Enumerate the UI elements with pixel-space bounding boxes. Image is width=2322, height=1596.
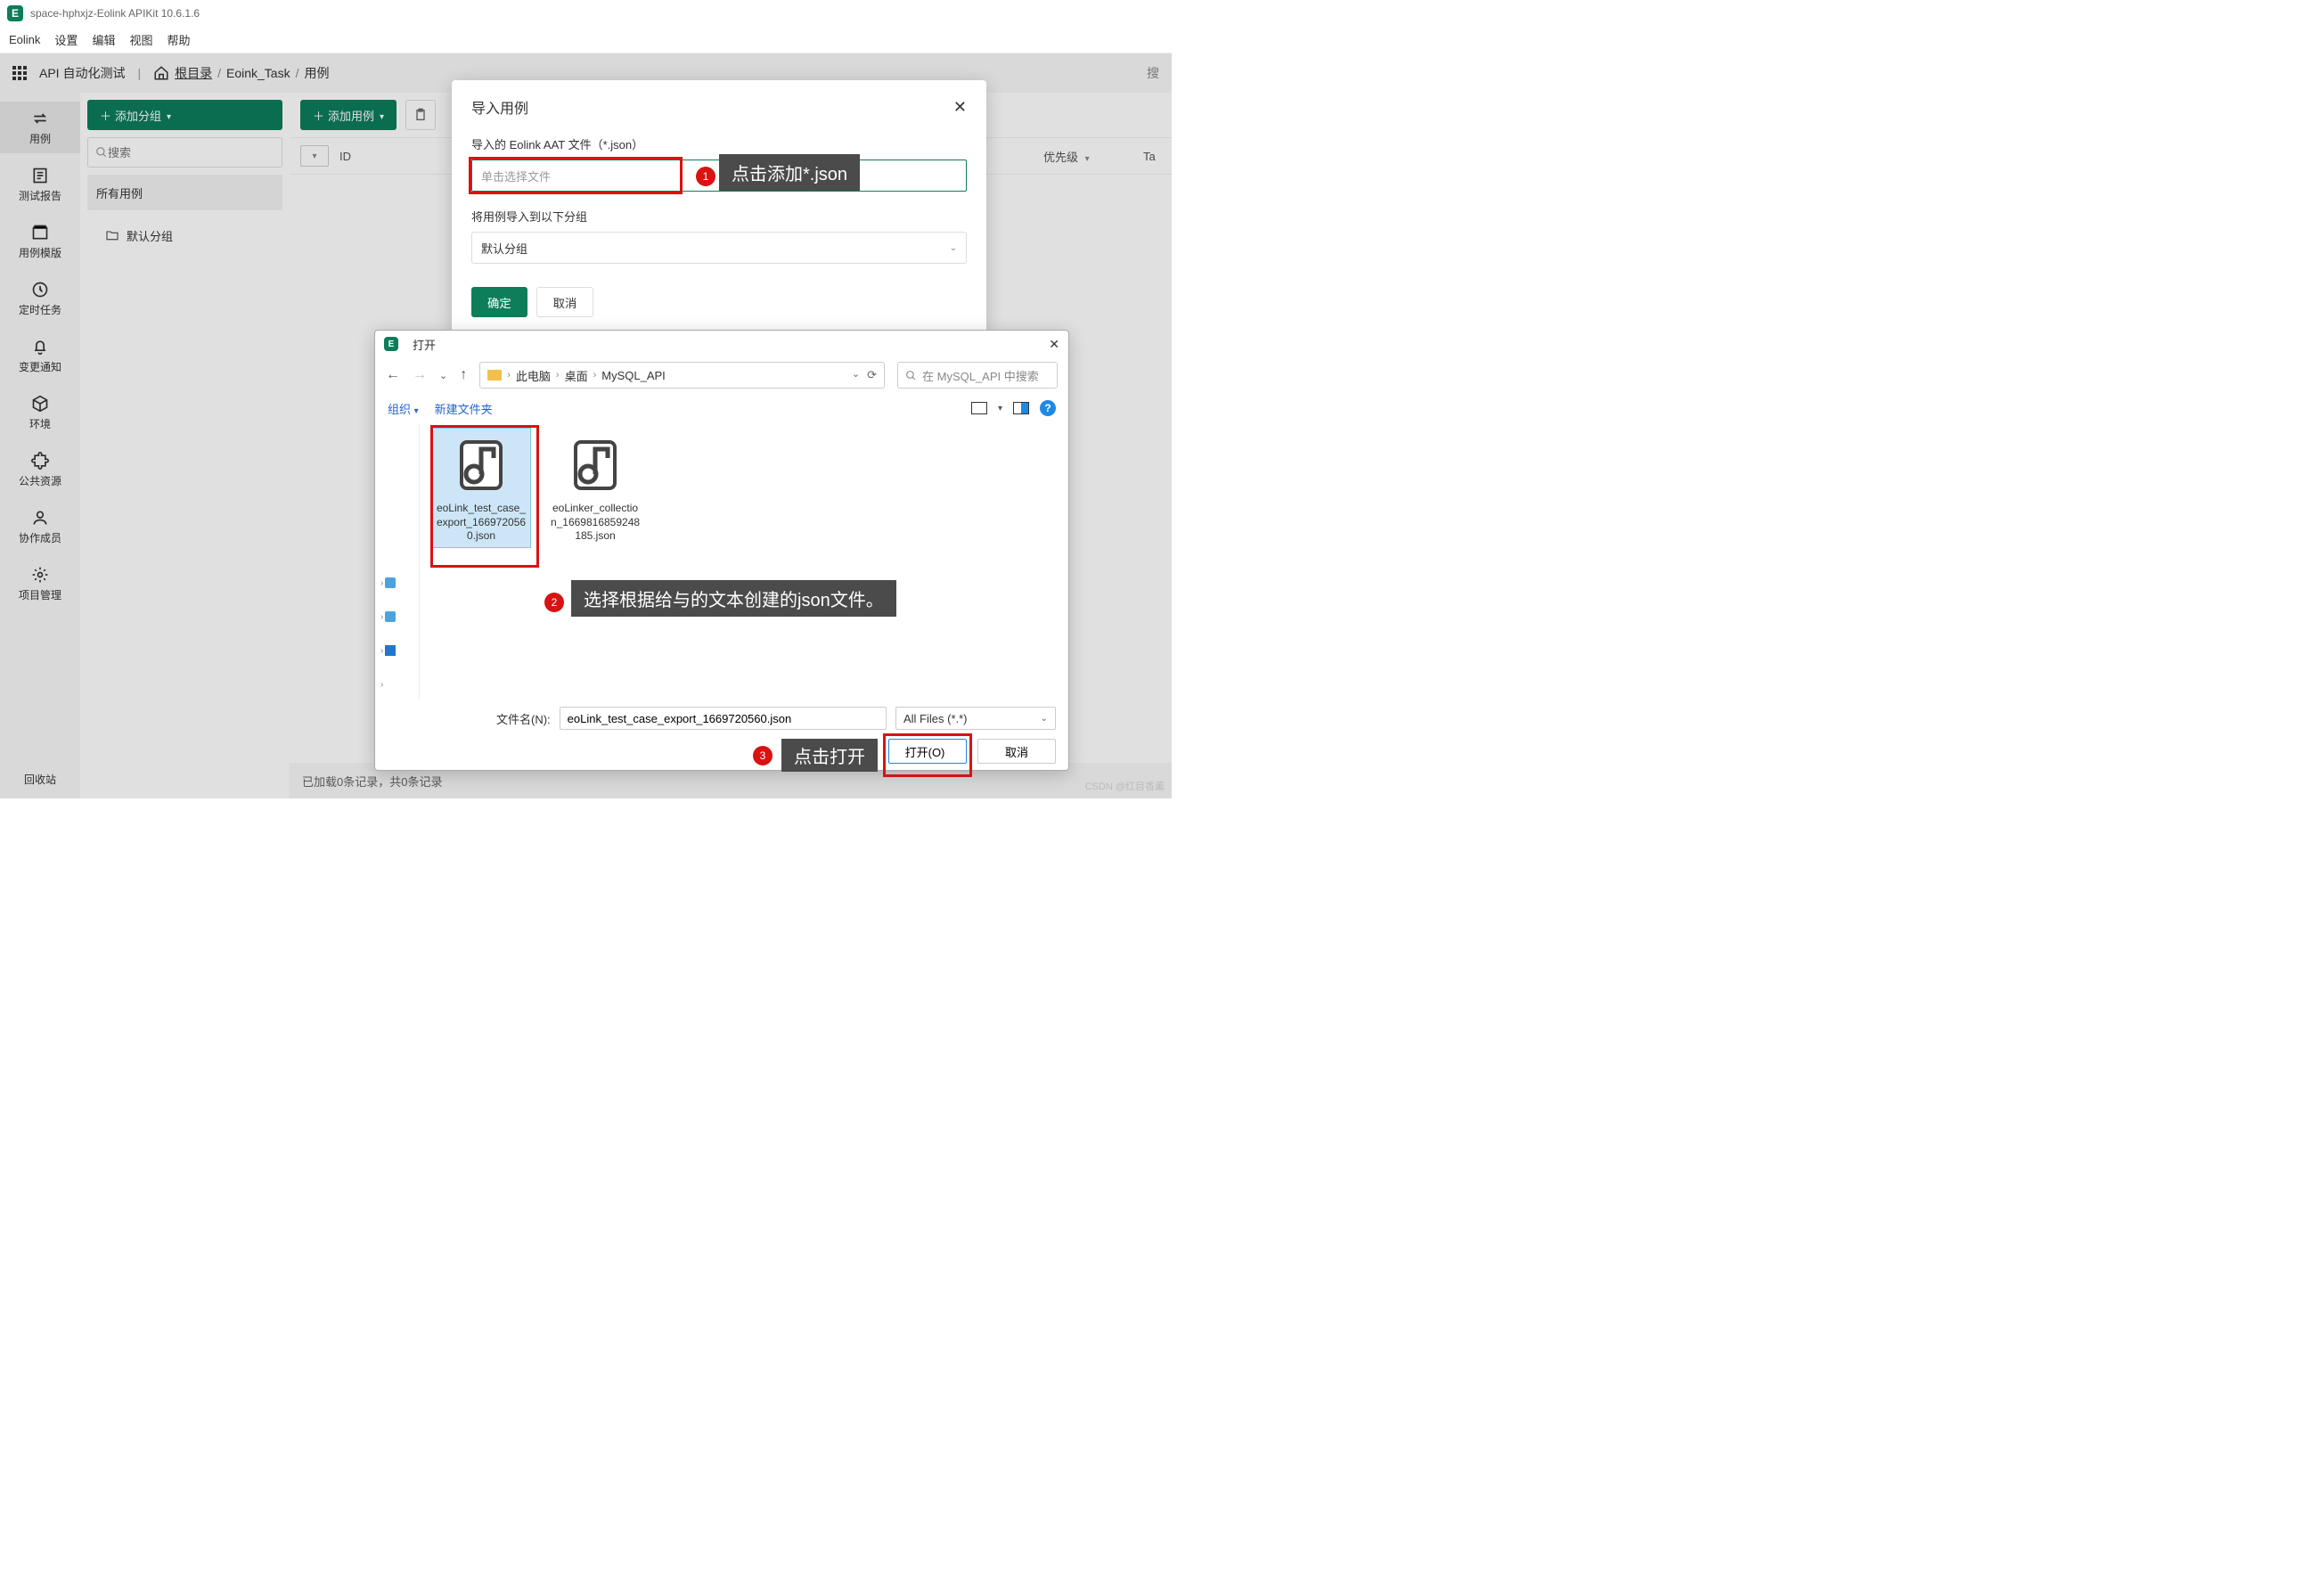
cancel-button[interactable]: 取消 [977, 739, 1056, 764]
new-folder-button[interactable]: 新建文件夹 [435, 400, 493, 417]
view-mode-icon[interactable] [971, 402, 987, 414]
group-select[interactable]: 默认分组 ⌄ [471, 232, 967, 264]
cloud-icon [385, 611, 396, 622]
file-search[interactable]: 在 MySQL_API 中搜索 [897, 362, 1058, 389]
nav-recent-icon[interactable]: ⌄ [439, 370, 447, 381]
help-icon[interactable]: ? [1040, 400, 1056, 416]
annotation-badge-2: 2 [544, 593, 564, 612]
annotation-callout-1: 点击添加*.json [719, 154, 860, 191]
file-list[interactable]: eoLink_test_case_export_1669720560.json … [420, 423, 1068, 700]
cloud-icon [385, 577, 396, 588]
menu-edit[interactable]: 编辑 [92, 31, 115, 48]
file-label: 导入的 Eolink AAT 文件（*.json） [471, 135, 967, 152]
menu-view[interactable]: 视图 [129, 31, 152, 48]
annotation-badge-1: 1 [696, 167, 715, 186]
address-bar[interactable]: › 此电脑 › 桌面 › MySQL_API ⌄ ⟳ [479, 362, 885, 389]
window-titlebar: E space-hphxjz-Eolink APIKit 10.6.1.6 [0, 0, 1172, 27]
filename-input[interactable] [560, 707, 887, 730]
close-icon[interactable]: ✕ [1049, 337, 1059, 352]
refresh-icon[interactable]: ⟳ [867, 368, 877, 382]
menu-eolink[interactable]: Eolink [9, 33, 40, 46]
app-icon: E [7, 5, 23, 21]
chevron-down-icon[interactable]: ▾ [998, 404, 1002, 413]
file-item-2[interactable]: eoLinker_collection_1669816859248185.jso… [546, 429, 644, 547]
search-icon [905, 370, 917, 381]
close-icon[interactable]: ✕ [953, 98, 967, 117]
menubar: Eolink 设置 编辑 视图 帮助 [0, 27, 1172, 53]
file-open-dialog: E 打开 ✕ ← → ⌄ ↑ › 此电脑 › 桌面 › MySQL_API ⌄ … [374, 330, 1069, 771]
preview-pane-icon[interactable] [1013, 402, 1029, 414]
watermark: CSDN @红目香薰 [1085, 779, 1165, 793]
filetype-select[interactable]: All Files (*.*) ⌄ [895, 707, 1056, 730]
nav-up-icon[interactable]: ↑ [460, 367, 467, 383]
window-title: space-hphxjz-Eolink APIKit 10.6.1.6 [30, 7, 200, 20]
filename-label: 文件名(N): [496, 710, 551, 727]
folder-tree[interactable]: › › › › [375, 423, 420, 700]
organize-menu[interactable]: 组织 ▾ [388, 400, 419, 417]
group-label: 将用例导入到以下分组 [471, 208, 967, 225]
ok-button[interactable]: 确定 [471, 287, 527, 317]
file-icon [562, 432, 628, 498]
file-icon [448, 432, 514, 498]
dialog-title: 导入用例 [471, 96, 528, 118]
chevron-down-icon[interactable]: ⌄ [852, 368, 860, 382]
file-item-1[interactable]: eoLink_test_case_export_1669720560.json [432, 429, 530, 547]
cancel-button[interactable]: 取消 [536, 287, 594, 317]
folder-icon [487, 370, 502, 381]
menu-help[interactable]: 帮助 [167, 31, 190, 48]
chevron-down-icon: ⌄ [1041, 714, 1048, 724]
annotation-callout-3: 点击打开 [781, 739, 878, 772]
annotation-outline-3 [883, 733, 972, 777]
app-icon: E [384, 337, 398, 351]
file-dialog-title: 打开 [413, 336, 436, 353]
menu-settings[interactable]: 设置 [54, 31, 78, 48]
nav-back-icon[interactable]: ← [386, 367, 400, 383]
nav-forward-icon[interactable]: → [413, 367, 427, 383]
chevron-down-icon: ⌄ [950, 243, 957, 253]
import-dialog: 导入用例 ✕ 导入的 Eolink AAT 文件（*.json） 单击选择文件 … [452, 80, 986, 335]
annotation-badge-3: 3 [753, 746, 773, 765]
annotation-callout-2: 选择根据给与的文本创建的json文件。 [571, 580, 896, 617]
computer-icon [385, 645, 396, 656]
